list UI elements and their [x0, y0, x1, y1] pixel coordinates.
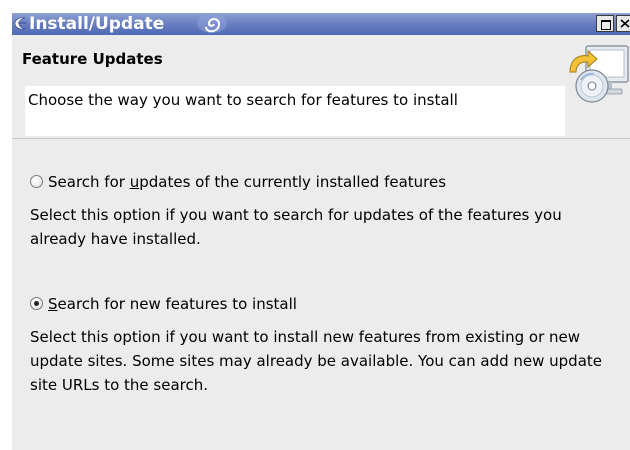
page-description: Choose the way you want to search for fe…: [28, 91, 458, 109]
search-updates-radio[interactable]: [30, 175, 43, 188]
title-bar[interactable]: Install/Update: [12, 13, 630, 35]
search-new-features-description: Select this option if you want to instal…: [30, 328, 602, 394]
close-button[interactable]: [616, 15, 630, 32]
maximize-icon: [601, 20, 611, 30]
install-update-window: Install/Update Feature Updates Choose th…: [12, 13, 630, 450]
search-updates-label[interactable]: Search for updates of the currently inst…: [48, 172, 446, 192]
wizard-body: Search for updates of the currently inst…: [12, 139, 630, 450]
maximize-button[interactable]: [596, 15, 614, 32]
search-new-features-label[interactable]: Search for new features to install: [48, 294, 297, 314]
eclipse-menu-icon[interactable]: [14, 16, 27, 31]
description-box: Choose the way you want to search for fe…: [25, 86, 565, 136]
window-title: Install/Update: [29, 14, 165, 34]
search-new-features-radio[interactable]: [30, 297, 43, 310]
wizard-header: Feature Updates Choose the way you want …: [12, 35, 630, 139]
install-update-wizard-icon: [569, 45, 629, 103]
search-updates-description: Select this option if you want to search…: [30, 206, 562, 248]
page-title: Feature Updates: [22, 50, 163, 68]
swirl-app-icon: [197, 13, 227, 33]
close-icon: [620, 19, 630, 28]
